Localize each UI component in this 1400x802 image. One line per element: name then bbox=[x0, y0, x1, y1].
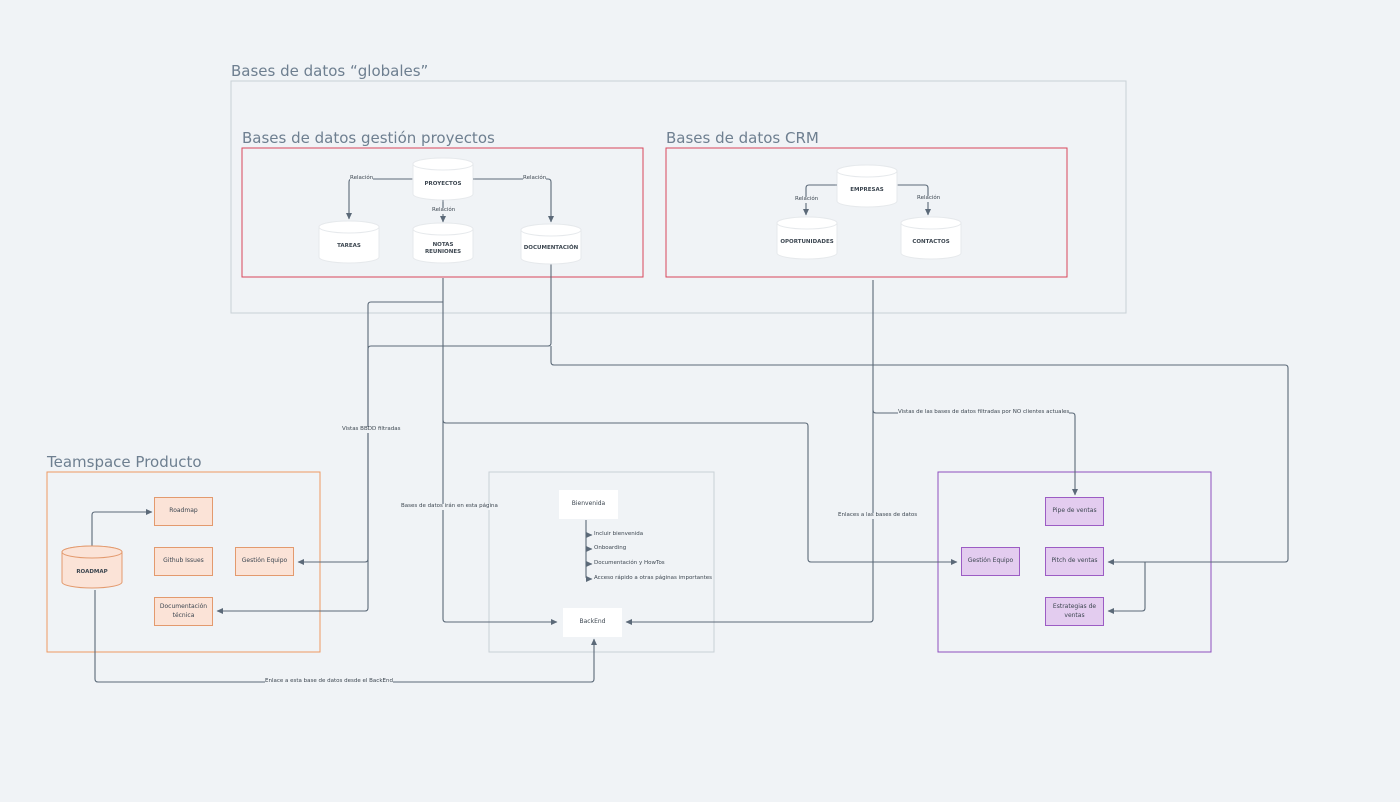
frame-title-projects: Bases de datos gestión proyectos bbox=[242, 129, 495, 147]
edge-label-enlace-roadmap: Enlace a esta base de datos desde el Bac… bbox=[265, 678, 393, 685]
connector-documentacion-to-pitch bbox=[550, 346, 1289, 565]
page-pipe-de-ventas[interactable]: Pipe de ventas bbox=[1045, 497, 1104, 526]
edge-label-vistas-no-clientes: Vistas de las bases de datos filtradas p… bbox=[898, 409, 1070, 416]
db-proyectos[interactable]: PROYECTOS bbox=[413, 176, 473, 194]
relation-label-empresas-oportunidades: Relación bbox=[795, 196, 819, 203]
connector-proyectos-documentacion bbox=[469, 176, 554, 223]
frame-global bbox=[230, 80, 1127, 314]
connector-projects-to-backend bbox=[442, 302, 558, 625]
bienvenida-item-2: Onboarding bbox=[594, 545, 627, 551]
relation-label-proyectos-documentacion: Relación bbox=[523, 175, 547, 182]
connector-roadmap-db-to-roadmap bbox=[91, 509, 153, 546]
connector-bienvenida-item-1 bbox=[585, 531, 593, 538]
frame-title-producto: Teamspace Producto bbox=[47, 453, 202, 471]
connector-crm-to-backend bbox=[625, 280, 874, 625]
db-oportunidades[interactable]: OPORTUNIDADES bbox=[777, 234, 837, 252]
page-gestion-equipo-producto[interactable]: Gestión Equipo bbox=[235, 547, 294, 576]
relation-label-empresas-contactos: Relación bbox=[917, 195, 941, 202]
edge-label-bases-iran: Bases de datos irán en esta página bbox=[401, 503, 498, 510]
db-documentacion[interactable]: DOCUMENTACIÓN bbox=[521, 240, 581, 258]
connector-pitch-to-estrategias bbox=[1107, 562, 1146, 614]
db-notas-reuniones[interactable]: NOTAS REUNIONES bbox=[413, 240, 473, 258]
page-pitch-de-ventas[interactable]: Pitch de ventas bbox=[1045, 547, 1104, 576]
page-github-issues[interactable]: Github Issues bbox=[154, 547, 213, 576]
relation-label-proyectos-notas: Relación bbox=[432, 207, 456, 214]
page-backend[interactable]: BackEnd bbox=[563, 608, 622, 637]
page-estrategias-de-ventas[interactable]: Estrategias de ventas bbox=[1045, 597, 1104, 626]
diagram-canvas bbox=[46, 80, 1289, 683]
connector-proyectos-tareas bbox=[346, 176, 418, 220]
db-empresas[interactable]: EMPRESAS bbox=[837, 182, 897, 200]
edge-label-enlaces-bases: Enlaces a las bases de datos bbox=[838, 512, 918, 519]
connector-bienvenida-item-3 bbox=[585, 560, 593, 567]
connector-bienvenida-item-4 bbox=[585, 575, 593, 582]
edge-label-vistas-bbdd: Vistas BBDD filtradas bbox=[342, 426, 401, 433]
page-bienvenida[interactable]: Bienvenida bbox=[559, 490, 618, 519]
db-tareas[interactable]: TAREAS bbox=[319, 238, 379, 256]
connector-bienvenida-item-2 bbox=[585, 545, 593, 552]
connector-crm-to-pipe bbox=[872, 409, 1078, 496]
bienvenida-item-4: Acceso rápido a otras páginas importante… bbox=[594, 575, 712, 581]
db-contactos[interactable]: CONTACTOS bbox=[901, 234, 961, 252]
relation-label-proyectos-tareas: Relación bbox=[350, 175, 374, 182]
frame-title-global: Bases de datos “globales” bbox=[231, 62, 429, 80]
bienvenida-item-1: Incluir bienvenida bbox=[594, 531, 644, 537]
bienvenida-item-3: Documentación y HowTos bbox=[594, 560, 665, 566]
page-gestion-equipo-ventas[interactable]: Gestión Equipo bbox=[961, 547, 1020, 576]
db-roadmap[interactable]: ROADMAP bbox=[62, 564, 122, 582]
page-roadmap[interactable]: Roadmap bbox=[154, 497, 213, 526]
frame-title-crm: Bases de datos CRM bbox=[666, 129, 819, 147]
page-documentacion-tecnica[interactable]: Documentación técnica bbox=[154, 597, 213, 626]
connector-projects-to-gestion-equipo-sales bbox=[442, 419, 958, 565]
